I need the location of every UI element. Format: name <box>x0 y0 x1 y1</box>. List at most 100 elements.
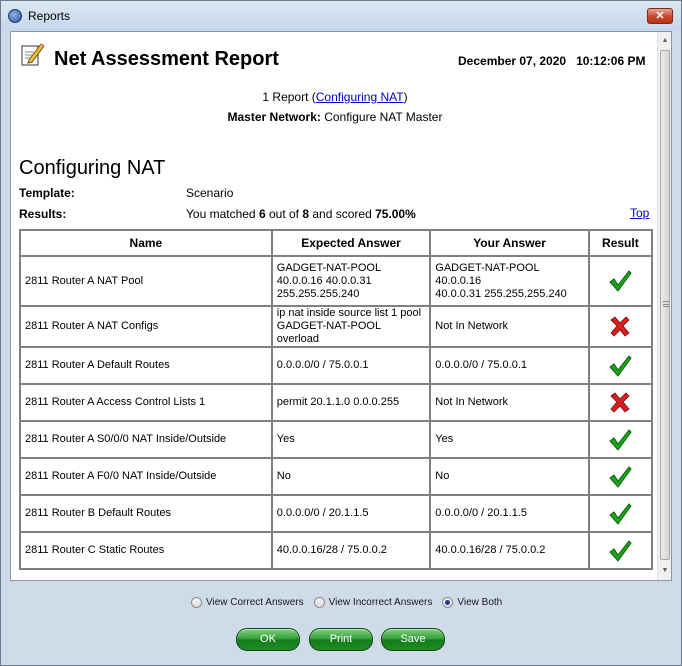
row-name-cell: 2811 Router A S0/0/0 NAT Inside/Outside <box>19 420 273 459</box>
expected-answer-cell: GADGET-NAT-POOL 40.0.0.16 40.0.0.31 255.25… <box>270 255 432 307</box>
your-answer-cell: Not In Network <box>429 383 590 422</box>
scroll-thumb[interactable] <box>660 50 670 560</box>
title-bar: Reports ✕ <box>1 1 681 31</box>
report-content: Net Assessment Report December 07, 2020 … <box>10 31 672 581</box>
answer-line: Yes <box>435 433 454 445</box>
expected-answer-cell: ip nat inside source list 1 pool GADGET-N… <box>270 305 432 348</box>
template-value: Scenario <box>186 186 234 200</box>
answer-line: 0.0.0.0/0 / 20.1.1.5 <box>276 507 369 519</box>
view-options: View Correct Answers View Incorrect Answ… <box>191 597 512 608</box>
table-header-row: Name Expected Answer Your Answer Result <box>19 229 654 257</box>
row-name-cell: 2811 Router A NAT Pool <box>19 255 273 307</box>
answer-line: 0.0.0.0/0 / 20.1.1.5 <box>435 507 528 519</box>
expected-answer-cell: No <box>270 457 432 496</box>
your-answer-cell: 40.0.0.16/28 / 75.0.0.2 <box>429 531 590 570</box>
grip-icon <box>663 301 669 307</box>
x-mark-icon <box>610 391 630 413</box>
your-answer-cell: 0.0.0.0/0 / 20.1.1.5 <box>429 494 590 533</box>
answer-line: Not In Network <box>435 396 509 408</box>
results-label: Results: <box>19 207 67 221</box>
view-correct-label: View Correct Answers <box>206 597 304 608</box>
row-name-cell: 2811 Router A Default Routes <box>19 346 273 385</box>
view-both-label: View Both <box>457 597 503 608</box>
summary-suffix: ) <box>403 90 408 104</box>
result-cell <box>587 457 654 496</box>
results-text-2: out of <box>265 207 303 221</box>
section-title: Configuring NAT <box>19 157 166 179</box>
app-icon <box>8 9 22 23</box>
table-row: 2811 Router A S0/0/0 NAT Inside/Outside Y… <box>19 420 654 459</box>
check-mark-icon <box>609 354 633 377</box>
your-answer-cell: Yes <box>429 420 590 459</box>
radio-view-incorrect[interactable] <box>313 597 325 608</box>
result-cell <box>587 305 654 348</box>
answer-line: Yes <box>276 433 295 445</box>
scroll-up-arrow-icon[interactable]: ▲ <box>659 34 671 48</box>
column-header-expected: Expected Answer <box>270 229 432 257</box>
check-mark-icon <box>609 465 633 488</box>
results-value: You matched 6 out of 8 and scored 75.00% <box>186 207 416 221</box>
result-cell <box>587 255 654 307</box>
expected-answer-cell: 40.0.0.16/28 / 75.0.0.2 <box>270 531 432 570</box>
print-button[interactable]: Print <box>309 628 373 651</box>
ok-button[interactable]: OK <box>236 628 300 651</box>
column-header-name: Name <box>19 229 273 257</box>
answer-line: GADGET-NAT-POOL overload <box>276 320 381 345</box>
table-row: 2811 Router A F0/0 NAT Inside/Outside No N… <box>19 457 654 496</box>
expected-answer-cell: 0.0.0.0/0 / 20.1.1.5 <box>270 494 432 533</box>
table-row: 2811 Router A Default Routes 0.0.0.0/0 / … <box>19 346 654 385</box>
answer-line: 0.0.0.0/0 / 75.0.0.1 <box>435 359 528 371</box>
answer-line: GADGET-NAT-POOL 40.0.0.16 <box>435 261 540 287</box>
radio-view-both[interactable] <box>442 597 454 608</box>
view-both-option[interactable]: View Both <box>442 597 502 608</box>
reports-window: Reports ✕ Net Assessment Report December… <box>0 0 682 666</box>
matched-count: 6 <box>258 207 266 221</box>
answer-line: 40.0.0.16/28 / 75.0.0.2 <box>276 544 387 556</box>
answer-line: 0.0.0.0/0 / 75.0.0.1 <box>276 359 369 371</box>
save-button[interactable]: Save <box>381 628 445 651</box>
check-mark-icon <box>609 270 633 292</box>
scroll-down-arrow-icon[interactable]: ▼ <box>659 564 671 578</box>
expected-answer-cell: 0.0.0.0/0 / 75.0.0.1 <box>270 346 432 385</box>
expected-answer-cell: Yes <box>270 420 432 459</box>
x-mark-icon <box>610 315 630 337</box>
table-body: 2811 Router A NAT Pool GADGET-NAT-POOL 40.… <box>19 255 654 570</box>
answer-line: 40.0.0.16/28 / 75.0.0.2 <box>435 544 546 556</box>
view-incorrect-answers-option[interactable]: View Incorrect Answers <box>313 597 432 608</box>
column-header-result: Result <box>587 229 654 257</box>
table-row: 2811 Router A NAT Pool GADGET-NAT-POOL 40.… <box>19 255 654 307</box>
results-table: Name Expected Answer Your Answer Result … <box>19 229 654 570</box>
result-cell <box>587 531 654 570</box>
report-title: Net Assessment Report <box>54 48 279 70</box>
results-text-3: and scored <box>309 207 376 221</box>
check-mark-icon <box>609 502 633 525</box>
report-pencil-icon <box>21 43 45 66</box>
radio-view-correct[interactable] <box>191 597 202 608</box>
configuring-nat-link[interactable]: Configuring NAT <box>316 90 404 104</box>
result-cell <box>587 346 654 385</box>
score-value: 75.00% <box>375 207 416 221</box>
column-header-your-answer: Your Answer <box>429 229 590 257</box>
results-text-1: You matched <box>186 207 259 221</box>
check-mark-icon <box>609 539 633 562</box>
vertical-scrollbar[interactable]: ▲ ▼ <box>657 32 671 580</box>
row-name-cell: 2811 Router A Access Control Lists 1 <box>19 383 273 422</box>
master-network-label: Master Network: <box>227 110 321 124</box>
row-name-cell: 2811 Router A NAT Configs <box>19 305 273 348</box>
row-name-cell: 2811 Router A F0/0 NAT Inside/Outside <box>19 457 273 496</box>
result-cell <box>587 383 654 422</box>
answer-line: GADGET-NAT-POOL <box>276 261 382 274</box>
answer-line: Not In Network <box>435 320 509 332</box>
answer-line: No <box>435 470 450 482</box>
your-answer-cell: GADGET-NAT-POOL 40.0.0.16 40.0.0.31 255.2… <box>429 255 590 307</box>
close-button[interactable]: ✕ <box>647 8 673 24</box>
report-summary: 1 Report (Configuring NAT) <box>11 90 659 104</box>
table-row: 2811 Router B Default Routes 0.0.0.0/0 / … <box>19 494 654 533</box>
table-row: 2811 Router C Static Routes 40.0.0.16/28 … <box>19 531 654 570</box>
view-correct-answers-option[interactable]: View Correct Answers <box>191 597 304 608</box>
result-cell <box>587 494 654 533</box>
your-answer-cell: No <box>429 457 590 496</box>
top-link[interactable]: Top <box>630 206 649 220</box>
answer-line: 40.0.0.16 40.0.0.31 <box>276 274 372 287</box>
result-cell <box>587 420 654 459</box>
